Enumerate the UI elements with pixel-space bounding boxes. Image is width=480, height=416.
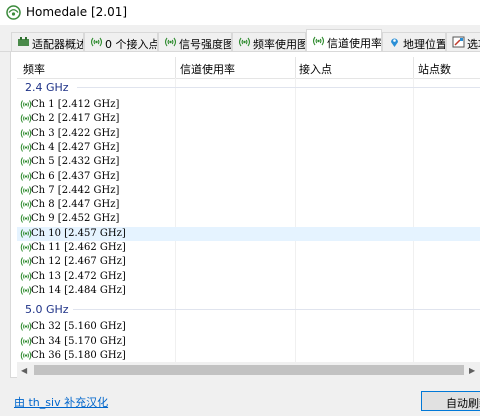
column-header-stations[interactable]: 站点数 <box>418 61 451 77</box>
list-item[interactable]: Ch 10 [2.457 GHz] <box>17 226 480 241</box>
channel-label: Ch 36 [5.180 GHz] <box>31 349 126 361</box>
translator-credit-link[interactable]: 由 th_siv 补充汉化 <box>14 394 108 410</box>
list-item[interactable]: Ch 8 [2.447 GHz] <box>17 198 480 212</box>
channel-label: Ch 13 [2.472 GHz] <box>31 270 126 282</box>
channel-label: Ch 9 [2.452 GHz] <box>31 213 120 225</box>
app-icon <box>6 5 21 20</box>
wifi-icon <box>164 37 177 47</box>
horizontal-scrollbar[interactable]: ◀ ▶ <box>17 362 480 378</box>
list-item[interactable]: Ch 6 [2.437 GHz] <box>17 170 480 184</box>
column-divider[interactable] <box>413 57 414 78</box>
channel-label: Ch 1 [2.412 GHz] <box>31 99 120 110</box>
tab-access-points[interactable]: 0 个接入点 <box>84 32 158 51</box>
channel-label: Ch 11 [2.462 GHz] <box>31 242 126 253</box>
list-item[interactable]: Ch 7 [2.442 GHz] <box>17 184 480 198</box>
column-header-channel-usage[interactable]: 信道使用率 <box>180 61 235 77</box>
channel-label: Ch 34 [5.170 GHz] <box>31 335 126 347</box>
channel-label: Ch 10 [2.457 GHz] <box>31 227 126 239</box>
group-header: 5.0 GHz <box>25 303 69 317</box>
list-item[interactable]: Ch 9 [2.452 GHz] <box>17 212 480 226</box>
list-item[interactable]: Ch 2 [2.417 GHz] <box>17 112 480 126</box>
adapter-icon <box>18 37 29 46</box>
auto-refresh-button[interactable]: 自动刷新 <box>421 391 480 411</box>
channel-label: Ch 3 [2.422 GHz] <box>31 127 120 139</box>
tab-geolocation[interactable]: 地理位置 <box>382 32 446 51</box>
list-item[interactable]: Ch 12 [2.467 GHz] <box>17 255 480 269</box>
list-item[interactable]: Ch 1 [2.412 GHz] <box>17 98 480 112</box>
column-divider[interactable] <box>295 57 296 78</box>
list-item[interactable]: Ch 11 [2.462 GHz] <box>17 241 480 255</box>
list-item[interactable]: Ch 4 [2.427 GHz] <box>17 141 480 155</box>
tab-channel-usage[interactable]: 信道使用率 <box>306 29 382 52</box>
channel-usage-list[interactable]: 频率 信道使用率 接入点 站点数 2.4 GHz Ch 1 [2.412 GHz]… <box>17 57 480 362</box>
tab-options[interactable]: 选项 <box>446 32 480 51</box>
channel-label: Ch 5 [2.432 GHz] <box>31 156 120 168</box>
channel-label: Ch 12 [2.467 GHz] <box>31 256 126 268</box>
scroll-left-icon[interactable]: ◀ <box>21 366 27 375</box>
scrollbar-thumb[interactable] <box>34 365 464 375</box>
channel-label: Ch 14 [2.484 GHz] <box>31 284 126 296</box>
group-divider <box>77 87 480 88</box>
list-item[interactable]: Ch 32 [5.160 GHz] <box>17 320 480 334</box>
group-divider <box>73 309 480 311</box>
list-item[interactable]: Ch 34 [5.170 GHz] <box>17 335 480 349</box>
options-icon <box>452 36 465 48</box>
channel-label: Ch 4 [2.427 GHz] <box>31 141 120 153</box>
column-divider[interactable] <box>175 57 176 78</box>
title-bar: Homedale [2.01] <box>0 0 480 25</box>
tab-adapter-overview[interactable]: 适配器概述 <box>11 32 84 51</box>
channel-label: Ch 8 [2.447 GHz] <box>31 199 120 211</box>
channel-label: Ch 2 [2.417 GHz] <box>31 113 120 125</box>
channel-label: Ch 7 [2.442 GHz] <box>31 184 120 196</box>
scroll-right-icon[interactable]: ▶ <box>469 366 475 375</box>
list-item[interactable]: Ch 13 [2.472 GHz] <box>17 270 480 284</box>
location-pin-icon <box>391 38 398 47</box>
list-item[interactable]: Ch 3 [2.422 GHz] <box>17 127 480 141</box>
list-item[interactable]: Ch 5 [2.432 GHz] <box>17 155 480 169</box>
group-header: 2.4 GHz <box>25 81 69 94</box>
wifi-icon <box>312 36 325 46</box>
wifi-icon <box>90 37 103 47</box>
list-header: 频率 信道使用率 接入点 站点数 <box>17 57 480 79</box>
channel-label: Ch 32 [5.160 GHz] <box>31 321 126 333</box>
list-item[interactable]: Ch 36 [5.180 GHz] <box>17 349 480 362</box>
column-header-frequency[interactable]: 频率 <box>23 61 45 77</box>
list-item[interactable]: Ch 14 [2.484 GHz] <box>17 284 480 298</box>
wifi-icon <box>238 37 251 47</box>
tab-signal-graph[interactable]: 信号强度图 <box>158 32 232 51</box>
column-header-access-points[interactable]: 接入点 <box>299 61 332 77</box>
channel-label: Ch 6 [2.437 GHz] <box>31 170 120 182</box>
tab-frequency-graph[interactable]: 频率使用图 <box>232 32 306 51</box>
window-title: Homedale [2.01] <box>26 5 128 19</box>
